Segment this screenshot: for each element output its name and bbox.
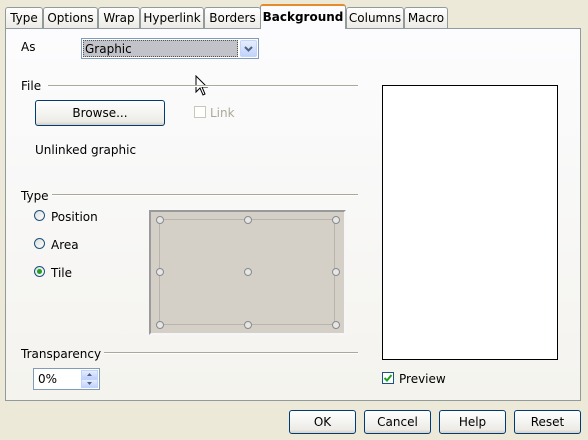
radio-tile[interactable] bbox=[34, 266, 45, 277]
file-section-title: File bbox=[21, 79, 42, 93]
radio-position[interactable] bbox=[34, 210, 45, 221]
ok-button[interactable]: OK bbox=[289, 410, 356, 434]
type-section-title: Type bbox=[21, 189, 49, 203]
tab-label: Wrap bbox=[103, 11, 135, 25]
tab-label: Columns bbox=[348, 11, 402, 25]
tab-label: Borders bbox=[209, 11, 256, 25]
radio-area-label: Area bbox=[51, 238, 79, 252]
browse-button[interactable]: Browse... bbox=[35, 100, 165, 126]
link-label: Link bbox=[210, 106, 235, 120]
reset-label: Reset bbox=[530, 415, 565, 429]
reset-button[interactable]: Reset bbox=[514, 410, 581, 434]
file-separator bbox=[48, 85, 358, 87]
position-handle bbox=[156, 216, 164, 224]
position-handle bbox=[244, 268, 252, 276]
chevron-down-icon[interactable] bbox=[240, 40, 257, 57]
position-handle bbox=[244, 216, 252, 224]
tab-options[interactable]: Options bbox=[43, 7, 98, 28]
link-checkbox[interactable] bbox=[194, 106, 206, 118]
spin-up-icon[interactable] bbox=[81, 370, 98, 379]
radio-tile-label: Tile bbox=[51, 266, 73, 280]
tab-background[interactable]: Background bbox=[260, 4, 346, 29]
tab-label: Background bbox=[262, 10, 344, 24]
tab-label: Hyperlink bbox=[143, 11, 201, 25]
radio-area[interactable] bbox=[34, 238, 45, 249]
preview-area bbox=[382, 85, 558, 360]
cancel-button[interactable]: Cancel bbox=[364, 410, 431, 434]
cancel-label: Cancel bbox=[377, 415, 418, 429]
radio-position-label: Position bbox=[51, 210, 98, 224]
position-handle bbox=[244, 321, 252, 329]
position-handle bbox=[156, 321, 164, 329]
tab-macro[interactable]: Macro bbox=[404, 7, 448, 28]
tab-label: Macro bbox=[407, 11, 445, 25]
position-handle bbox=[332, 268, 340, 276]
check-icon bbox=[383, 374, 393, 382]
preview-checkbox[interactable] bbox=[382, 372, 394, 384]
tab-hyperlink[interactable]: Hyperlink bbox=[140, 7, 204, 28]
tab-label: Options bbox=[47, 11, 94, 25]
type-separator bbox=[52, 194, 358, 196]
as-label: As bbox=[21, 40, 36, 54]
help-label: Help bbox=[458, 415, 487, 429]
radio-selected-dot bbox=[37, 269, 42, 274]
preview-label: Preview bbox=[399, 372, 446, 386]
transparency-separator bbox=[104, 352, 358, 354]
browse-label: Browse... bbox=[72, 106, 128, 120]
transparency-label: Transparency bbox=[21, 347, 102, 361]
as-dropdown[interactable]: Graphic bbox=[81, 38, 259, 59]
tab-columns[interactable]: Columns bbox=[346, 7, 404, 28]
position-handle bbox=[332, 321, 340, 329]
tab-type[interactable]: Type bbox=[5, 7, 43, 28]
tab-label: Type bbox=[10, 11, 38, 25]
transparency-spinbox[interactable]: 0% bbox=[33, 368, 100, 390]
file-status: Unlinked graphic bbox=[35, 143, 137, 157]
transparency-value: 0% bbox=[38, 372, 58, 386]
position-handle bbox=[332, 216, 340, 224]
help-button[interactable]: Help bbox=[439, 410, 506, 434]
position-handle bbox=[156, 268, 164, 276]
spin-down-icon[interactable] bbox=[81, 379, 98, 388]
as-dropdown-value: Graphic bbox=[85, 42, 132, 56]
tab-wrap[interactable]: Wrap bbox=[98, 7, 140, 28]
ok-label: OK bbox=[313, 415, 332, 429]
tab-borders[interactable]: Borders bbox=[204, 7, 261, 28]
